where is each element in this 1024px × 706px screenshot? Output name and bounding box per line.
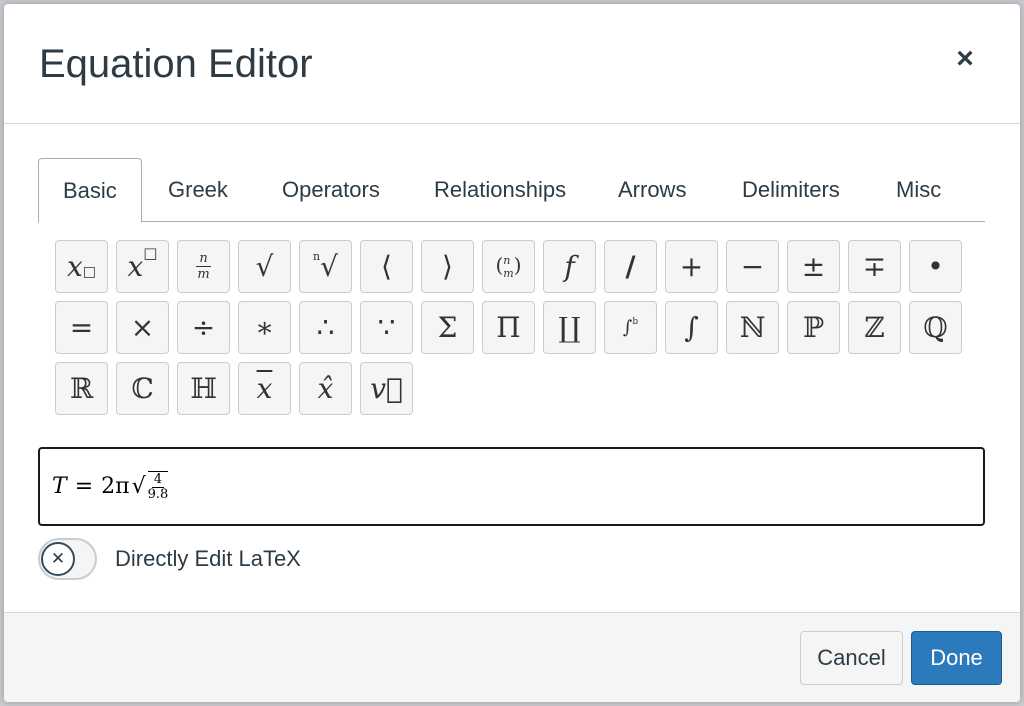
therefore-button[interactable]: ∴ <box>299 301 352 354</box>
equation-denominator: 9.8 <box>147 487 169 502</box>
tab-arrows[interactable]: Arrows <box>594 158 710 222</box>
equation-equals: = <box>74 474 94 499</box>
sum-button[interactable]: Σ <box>421 301 474 354</box>
done-button[interactable]: Done <box>911 631 1002 685</box>
dialog-title: Equation Editor <box>39 42 313 86</box>
dialog-header: Equation Editor × <box>4 4 1020 124</box>
latex-toggle[interactable]: ✕ <box>38 538 97 580</box>
product-button[interactable]: Π <box>482 301 535 354</box>
dialog-footer: Cancel Done <box>4 612 1020 702</box>
cancel-button[interactable]: Cancel <box>800 631 903 685</box>
equation-coef: 2π <box>101 474 130 499</box>
equation-fraction: 4 9.8 <box>147 471 169 502</box>
asterisk-button[interactable]: ∗ <box>238 301 291 354</box>
equation-input[interactable]: T = 2π √ 4 9.8 <box>38 447 985 526</box>
bullet-button[interactable]: • <box>909 240 962 293</box>
equation-numerator: 4 <box>151 472 165 488</box>
integers-button[interactable]: ℤ <box>848 301 901 354</box>
latex-toggle-row: ✕ Directly Edit LaTeX <box>38 537 301 581</box>
minus-button[interactable]: − <box>726 240 779 293</box>
left-angle-button[interactable]: ⟨ <box>360 240 413 293</box>
rationals-button[interactable]: ℚ <box>909 301 962 354</box>
equation-editor-dialog: Equation Editor × Basic Greek Operators … <box>4 4 1020 702</box>
x-icon: ✕ <box>41 542 75 576</box>
tab-greek[interactable]: Greek <box>144 158 252 222</box>
quaternions-button[interactable]: ℍ <box>177 362 230 415</box>
reals-button[interactable]: ℝ <box>55 362 108 415</box>
definite-integral-button[interactable]: ∫b <box>604 301 657 354</box>
sqrt-button[interactable]: √ <box>238 240 291 293</box>
close-icon[interactable]: × <box>950 44 980 74</box>
symbol-tabs: Basic Greek Operators Relationships Arro… <box>38 158 985 223</box>
because-button[interactable]: ∵ <box>360 301 413 354</box>
integral-button[interactable]: ∫ <box>665 301 718 354</box>
equals-button[interactable]: = <box>55 301 108 354</box>
vector-button[interactable]: v⃗ <box>360 362 413 415</box>
hat-button[interactable]: x̂ <box>299 362 352 415</box>
tab-delimiters[interactable]: Delimiters <box>718 158 864 222</box>
equation-lhs: T <box>52 474 67 499</box>
coproduct-button[interactable]: ∐ <box>543 301 596 354</box>
tab-operators[interactable]: Operators <box>258 158 404 222</box>
slash-button[interactable]: / <box>604 240 657 293</box>
nth-root-button[interactable]: n√ <box>299 240 352 293</box>
fraction-button[interactable]: nm <box>177 240 230 293</box>
primes-button[interactable]: ℙ <box>787 301 840 354</box>
superscript-button[interactable]: x□ <box>116 240 169 293</box>
tab-relationships[interactable]: Relationships <box>410 158 590 222</box>
plus-minus-button[interactable]: ± <box>787 240 840 293</box>
equation-display: T = 2π √ 4 9.8 <box>52 471 169 502</box>
minus-plus-button[interactable]: ∓ <box>848 240 901 293</box>
plus-button[interactable]: + <box>665 240 718 293</box>
tab-misc[interactable]: Misc <box>872 158 965 222</box>
right-angle-button[interactable]: ⟩ <box>421 240 474 293</box>
latex-toggle-label: Directly Edit LaTeX <box>115 546 301 571</box>
function-button[interactable]: f <box>543 240 596 293</box>
binomial-button[interactable]: (n m) <box>482 240 535 293</box>
overline-button[interactable]: x <box>238 362 291 415</box>
divide-button[interactable]: ÷ <box>177 301 230 354</box>
naturals-button[interactable]: ℕ <box>726 301 779 354</box>
subscript-button[interactable]: x□ <box>55 240 108 293</box>
times-button[interactable]: × <box>116 301 169 354</box>
complex-button[interactable]: ℂ <box>116 362 169 415</box>
tab-basic[interactable]: Basic <box>38 158 142 223</box>
